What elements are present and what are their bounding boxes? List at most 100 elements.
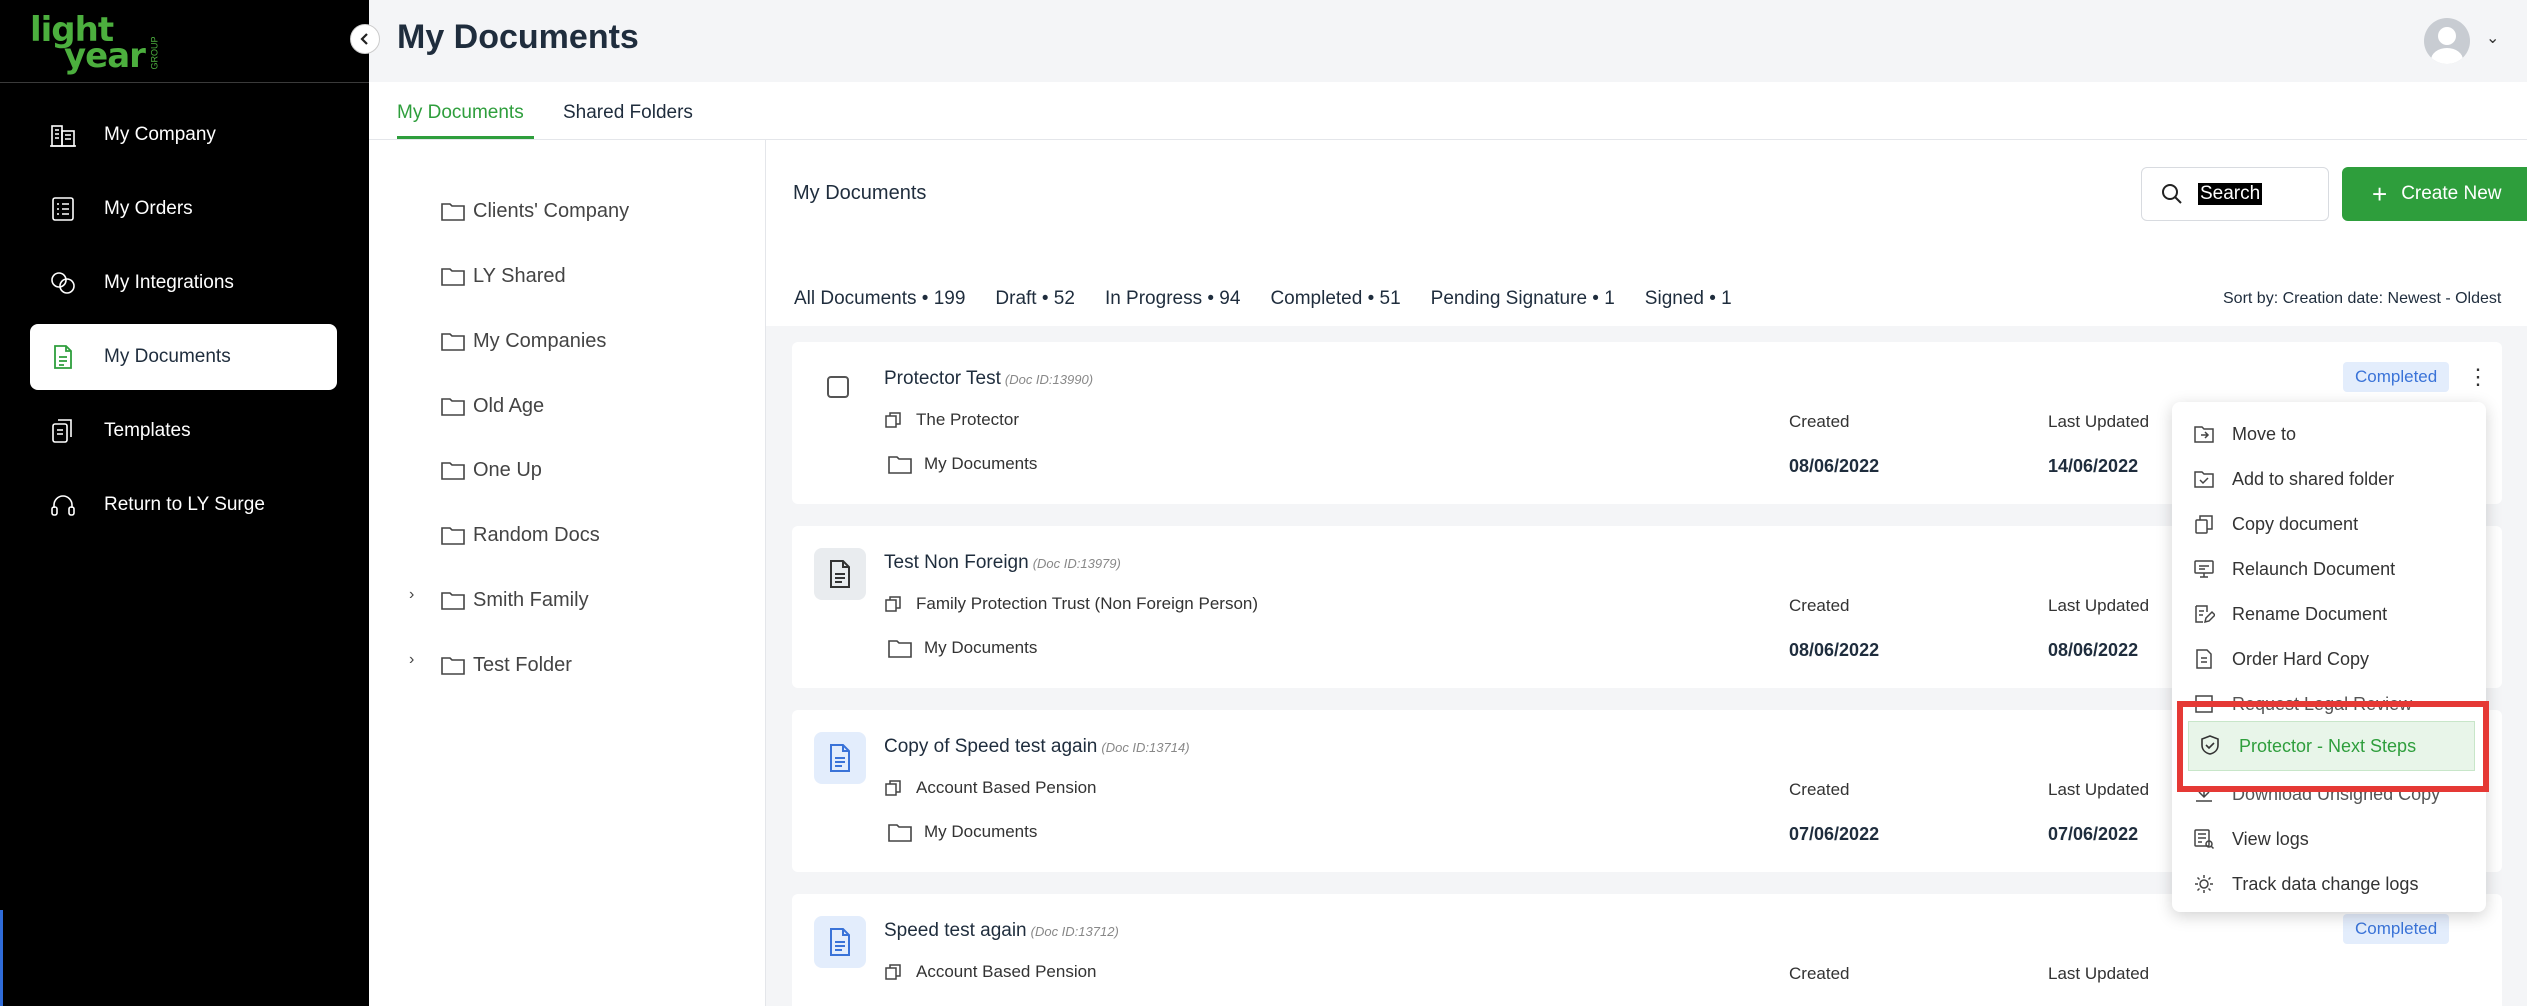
document-title[interactable]: Test Non Foreign (Doc ID:13979) [884, 552, 1121, 574]
menu-item-copy-document[interactable]: Copy document [2192, 509, 2358, 539]
lightyear-logo[interactable]: light year GROUP [30, 10, 160, 76]
document-folder: My Documents [884, 454, 1037, 474]
folder-item[interactable]: Smith Family [441, 585, 589, 615]
document-icon [814, 916, 866, 968]
menu-item-order-hard-copy[interactable]: Order Hard Copy [2192, 644, 2369, 674]
created-label: Created [1789, 780, 1850, 799]
document-type: Family Protection Trust (Non Foreign Per… [884, 594, 1258, 614]
sidebar-item-label: My Integrations [104, 272, 234, 293]
sidebar-item-return-to-ly-surge[interactable]: Return to LY Surge [30, 472, 337, 538]
more-options-icon[interactable]: ⋮ [2467, 364, 2489, 390]
sidebar-item-my-documents[interactable]: My Documents [30, 324, 337, 390]
track-icon [2192, 872, 2216, 896]
menu-item-view-logs[interactable]: View logs [2192, 824, 2309, 854]
chevron-down-icon[interactable]: ⌄ [2486, 28, 2499, 48]
search-placeholder: Search [2198, 183, 2263, 205]
sidebar-accent-bar [0, 910, 3, 1006]
updated-label: Last Updated [2048, 964, 2150, 983]
menu-item-rename-document[interactable]: Rename Document [2192, 599, 2387, 629]
folder-icon [441, 657, 465, 675]
created-date: 07/06/2022 [1789, 824, 1880, 844]
folder-item[interactable]: Old Age [441, 391, 544, 421]
document-type-icon [885, 780, 901, 796]
sidebar-item-templates[interactable]: Templates [30, 398, 337, 464]
updated-date: 08/06/2022 [2048, 640, 2139, 660]
updated-label: Last Updated [2048, 780, 2150, 799]
filter-in-progress[interactable]: In Progress • 94 [1105, 288, 1241, 310]
section-title: My Documents [793, 182, 927, 204]
folder-item[interactable]: Test Folder [441, 650, 572, 680]
document-icon [814, 732, 866, 784]
create-new-button[interactable]: + Create New [2342, 167, 2527, 221]
document-type: The Protector [884, 410, 1019, 430]
sidebar-item-label: Return to LY Surge [104, 494, 265, 515]
rename-icon [2192, 602, 2216, 626]
page-header: My Documents ⌄ [369, 0, 2527, 82]
chevron-left-icon [360, 33, 368, 45]
status-badge: Completed [2343, 914, 2450, 944]
menu-item-track-data-change-logs[interactable]: Track data change logs [2192, 869, 2418, 899]
created-label: Created [1789, 964, 1850, 983]
filter-signed[interactable]: Signed • 1 [1645, 288, 1732, 310]
shield-check-icon [2199, 734, 2223, 758]
created-date: 08/06/2022 [1789, 640, 1880, 660]
menu-item-move-to[interactable]: Move to [2192, 419, 2296, 449]
menu-item-relaunch-document[interactable]: Relaunch Document [2192, 554, 2395, 584]
document-type-icon [885, 596, 901, 612]
updated-date: 14/06/2022 [2048, 456, 2139, 476]
folder-item[interactable]: My Companies [441, 326, 606, 356]
folder-icon [888, 640, 912, 658]
avatar[interactable] [2424, 18, 2470, 64]
search-input[interactable]: Search [2141, 167, 2329, 221]
document-icon [48, 342, 78, 372]
menu-item-protector-next-steps[interactable]: Protector - Next Steps [2188, 721, 2475, 771]
chevron-right-icon[interactable]: › [409, 651, 414, 669]
filter-all[interactable]: All Documents • 199 [794, 288, 965, 310]
sidebar-item-label: My Orders [104, 198, 193, 219]
sort-dropdown[interactable]: Sort by: Creation date: Newest - Oldest [2223, 290, 2501, 308]
order-icon [2192, 647, 2216, 671]
document-title[interactable]: Speed test again (Doc ID:13712) [884, 920, 1119, 942]
folder-icon [441, 398, 465, 416]
tab-shared-folders[interactable]: Shared Folders [563, 102, 693, 124]
document-type: Account Based Pension [884, 962, 1097, 982]
filter-pending-signature[interactable]: Pending Signature • 1 [1431, 288, 1615, 310]
document-title[interactable]: Protector Test (Doc ID:13990) [884, 368, 1093, 390]
collapse-sidebar-button[interactable] [350, 24, 380, 54]
integrations-icon [48, 268, 78, 298]
move-icon [2192, 422, 2216, 446]
page-title: My Documents [397, 18, 639, 56]
folder-item[interactable]: Random Docs [441, 520, 600, 550]
filter-completed[interactable]: Completed • 51 [1270, 288, 1400, 310]
folder-icon [441, 462, 465, 480]
created-date: 08/06/2022 [1789, 456, 1880, 476]
filter-draft[interactable]: Draft • 52 [995, 288, 1075, 310]
tab-my-documents[interactable]: My Documents [397, 102, 524, 124]
document-icon [814, 548, 866, 600]
status-filters: All Documents • 199 Draft • 52 In Progre… [794, 288, 1762, 310]
document-context-menu: Move to Add to shared folder Copy docume… [2172, 402, 2486, 912]
document-title[interactable]: Copy of Speed test again (Doc ID:13714) [884, 736, 1190, 758]
sidebar-item-my-integrations[interactable]: My Integrations [30, 250, 337, 316]
sidebar-nav: My Company My Orders My Integrations My … [30, 102, 337, 546]
sidebar-item-label: My Documents [104, 346, 231, 367]
select-checkbox[interactable] [827, 376, 849, 398]
sidebar-item-my-orders[interactable]: My Orders [30, 176, 337, 242]
status-badge: Completed [2343, 362, 2450, 392]
active-tab-indicator [397, 136, 534, 139]
folder-icon [441, 268, 465, 286]
menu-item-add-to-shared-folder[interactable]: Add to shared folder [2192, 464, 2394, 494]
updated-date: 07/06/2022 [2048, 824, 2139, 844]
folder-item[interactable]: Clients' Company [441, 196, 629, 226]
folder-icon [441, 203, 465, 221]
folder-item[interactable]: One Up [441, 455, 542, 485]
sidebar: light year GROUP My Company My Orders My… [0, 0, 369, 1006]
sidebar-divider [0, 82, 369, 83]
folder-icon [441, 333, 465, 351]
templates-icon [48, 416, 78, 446]
folder-item[interactable]: LY Shared [441, 261, 566, 291]
sidebar-item-my-company[interactable]: My Company [30, 102, 337, 168]
copy-icon [2192, 512, 2216, 536]
folder-icon [888, 824, 912, 842]
chevron-right-icon[interactable]: › [409, 586, 414, 604]
